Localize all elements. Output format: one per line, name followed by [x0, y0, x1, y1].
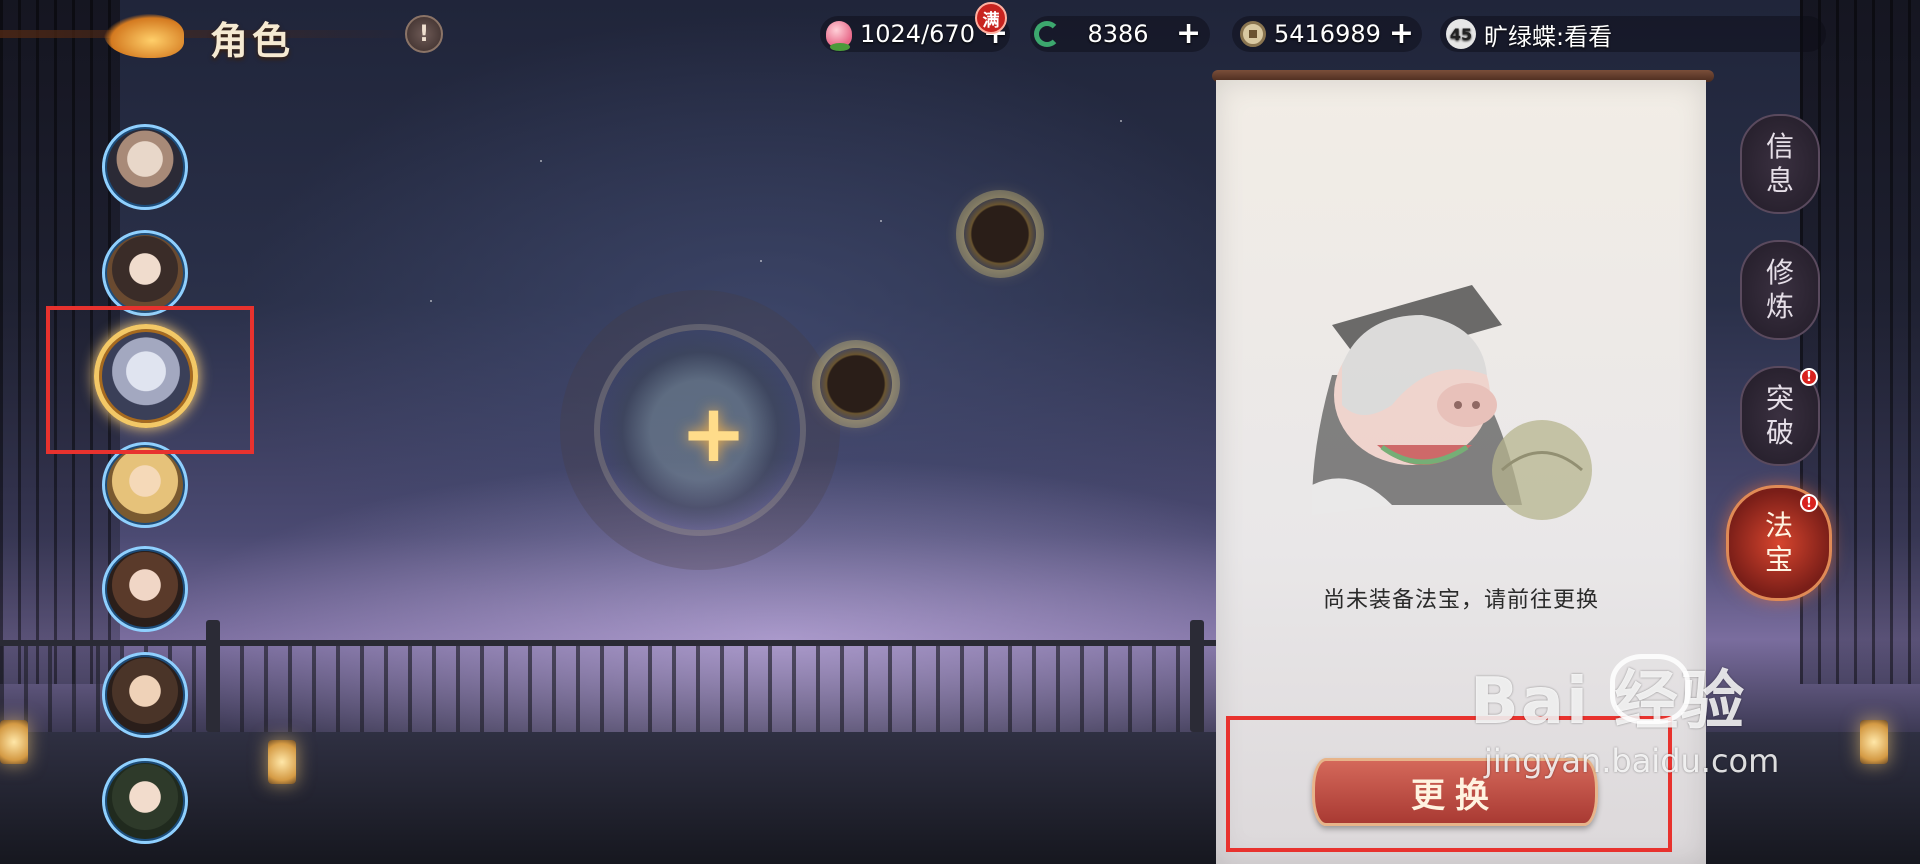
tab-cultivate[interactable]: 修 炼: [1740, 240, 1820, 340]
character-portrait-2[interactable]: [102, 230, 188, 316]
baidu-watermark: Bai 经验 jingyan.baidu.com: [1470, 650, 1779, 780]
jade-ring-icon: [1034, 21, 1060, 47]
artifact-sub-slot-1[interactable]: [964, 198, 1036, 270]
tab-artifact-label-bottom: 宝: [1764, 543, 1793, 576]
tab-info[interactable]: 信 息: [1740, 114, 1820, 214]
tab-cultivate-label-top: 修: [1765, 256, 1794, 290]
pig-mascot-illustration: [1312, 285, 1592, 520]
artifact-sub-slot-2[interactable]: [820, 348, 892, 420]
stamina-value: 1024/670: [860, 20, 975, 48]
coin-icon: [1240, 21, 1266, 47]
player-info[interactable]: 45 旷绿蝶:看看: [1446, 16, 1612, 52]
character-portrait-4[interactable]: [102, 442, 188, 528]
jade-add-button[interactable]: +: [1176, 19, 1201, 49]
watermark-url: jingyan.baidu.com: [1484, 742, 1780, 780]
jade-value: 8386: [1087, 20, 1149, 48]
tab-breakthrough-label-bottom: 破: [1765, 416, 1794, 449]
tab-info-label-top: 信: [1765, 130, 1794, 164]
character-portrait-5[interactable]: [102, 546, 188, 632]
character-portrait-7[interactable]: [102, 758, 188, 844]
coin-value: 5416989: [1274, 20, 1381, 48]
star: [760, 260, 762, 262]
paw-logo-icon: [1610, 654, 1690, 724]
tab-artifact-label-top: 法: [1764, 509, 1793, 543]
character-portrait-6[interactable]: [102, 652, 188, 738]
tab-info-label-bottom: 息: [1765, 164, 1794, 197]
flame-emblem-icon: [104, 14, 184, 58]
star: [1120, 120, 1122, 122]
level-badge: 45: [1446, 19, 1476, 49]
lantern: [268, 740, 296, 784]
add-artifact-icon[interactable]: +: [680, 394, 747, 474]
tab-breakthrough-label-top: 突: [1765, 382, 1794, 416]
jade-resource: 8386 +: [1034, 16, 1201, 52]
coin-add-button[interactable]: +: [1389, 19, 1414, 49]
page-title: 角色: [210, 18, 295, 63]
railing-post: [206, 620, 220, 732]
tab-cultivate-label-bottom: 炼: [1765, 290, 1794, 323]
top-bar: 角色 ! 1024/670 + 满 8386 + 5416989 + 45 旷绿…: [0, 0, 1920, 70]
coin-resource: 5416989 +: [1240, 16, 1414, 52]
star: [540, 160, 542, 162]
player-name: 旷绿蝶:看看: [1484, 22, 1613, 51]
artifact-alert-badge: !: [1800, 494, 1818, 512]
stamina-full-badge: 满: [975, 2, 1007, 34]
railing-post: [1190, 620, 1204, 732]
highlight-box-portrait: [46, 306, 254, 454]
star: [880, 220, 882, 222]
character-portrait-1[interactable]: [102, 124, 188, 210]
lantern: [1860, 720, 1888, 764]
lantern: [0, 720, 28, 764]
breakthrough-alert-badge: !: [1800, 368, 1818, 386]
info-button[interactable]: !: [405, 15, 443, 53]
empty-artifact-message: 尚未装备法宝，请前往更换: [1322, 588, 1599, 613]
peach-icon: [826, 21, 852, 51]
star: [430, 300, 432, 302]
